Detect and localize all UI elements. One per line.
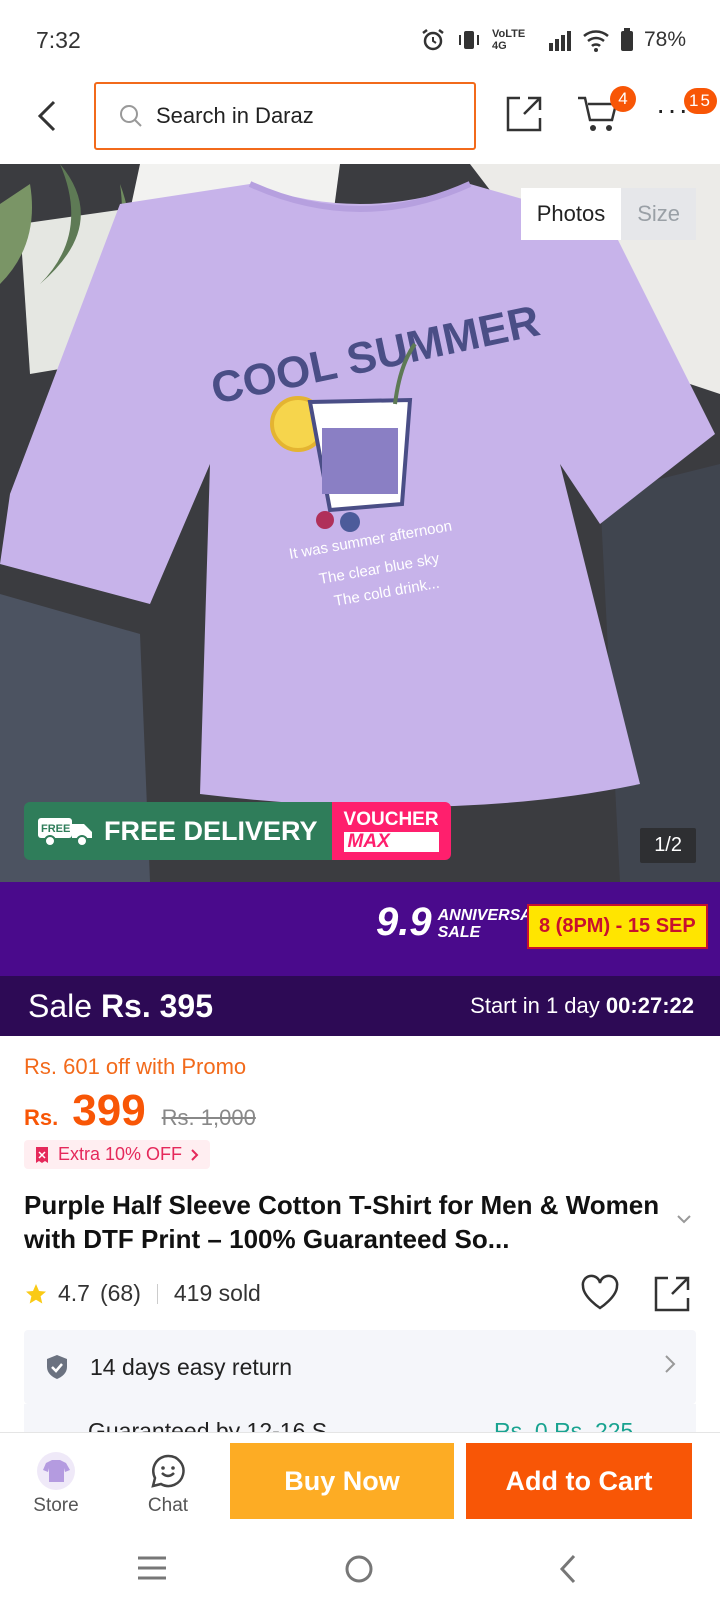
sale-price: Rs. 395 — [100, 987, 214, 1024]
price-block: Rs. 399 Rs. 1,000 — [24, 1086, 256, 1136]
sold-count: 419 sold — [173, 1280, 261, 1306]
chat-label: Chat — [147, 1495, 189, 1516]
max-text: MAX — [343, 832, 439, 852]
search-input[interactable]: Search in Daraz — [94, 82, 476, 150]
voucher-icon — [36, 1146, 48, 1163]
shield-check-icon — [47, 1355, 67, 1379]
image-counter: 1/2 — [640, 828, 696, 863]
home-circle-icon[interactable] — [344, 1554, 374, 1584]
add-to-cart-button[interactable]: Add to Cart — [466, 1443, 692, 1519]
chevron-down-icon[interactable] — [676, 1214, 692, 1224]
divider — [156, 1283, 158, 1304]
cart-button[interactable]: 4 — [576, 86, 636, 139]
free-delivery-banner: FREE FREE DELIVERY VOUCHER MAX — [24, 802, 451, 860]
start-label: Start in 1 day — [470, 993, 600, 1018]
easy-return-row[interactable]: 14 days easy return — [24, 1330, 696, 1404]
clock: 7:32 — [36, 26, 81, 53]
buy-now-button[interactable]: Buy Now — [230, 1443, 454, 1519]
share-product-icon[interactable] — [652, 1274, 692, 1314]
store-button[interactable]: Store — [16, 1451, 96, 1517]
voucher-max-badge: VOUCHER MAX — [331, 802, 451, 860]
more-button[interactable]: ··· 15 — [656, 88, 717, 126]
alarm-icon — [422, 29, 444, 51]
free-delivery-text: FREE DELIVERY — [104, 815, 318, 846]
campaign-dates: 8 (8PM) - 15 SEP — [527, 904, 708, 949]
cart-count-badge: 4 — [610, 86, 636, 112]
original-price: Rs. 1,000 — [161, 1105, 256, 1130]
recents-menu-icon[interactable] — [136, 1554, 168, 1582]
sale-price-block: Sale Rs. 395 — [28, 988, 213, 1025]
rating-value: 4.7 — [58, 1280, 90, 1306]
battery-icon — [620, 28, 633, 51]
current-price: 399 — [72, 1086, 146, 1135]
star-icon — [26, 1283, 46, 1303]
review-count: (68) — [99, 1280, 141, 1306]
status-bar: 7:32 VoLTE 4G 78% — [0, 0, 720, 80]
promo-text[interactable]: Rs. 601 off with Promo — [24, 1054, 246, 1080]
currency: Rs. — [24, 1105, 59, 1130]
status-icons: VoLTE 4G 78% — [420, 27, 686, 53]
rating-row[interactable]: 4.7 (68) 419 sold — [24, 1280, 261, 1307]
voucher-text: VOUCHER — [343, 809, 439, 830]
top-header: Search in Daraz 4 ··· 15 — [0, 80, 720, 164]
store-label: Store — [33, 1495, 79, 1516]
bottom-action-bar: Store Chat Buy Now Add to Cart — [0, 1432, 720, 1528]
extra-discount-text: Extra 10% OFF — [58, 1144, 183, 1164]
delivery-guarantee-row[interactable]: Guaranteed by 12-16 S Rs. 0 Rs. 225 — [24, 1404, 696, 1434]
share-icon[interactable] — [504, 94, 544, 134]
back-arrow-icon[interactable] — [28, 96, 68, 136]
countdown-block: Start in 1 day 00:27:22 — [470, 993, 694, 1019]
chevron-right-icon — [665, 1355, 676, 1373]
returns-text: 14 days easy return — [90, 1353, 293, 1380]
sale-label: Sale — [28, 987, 93, 1024]
product-photo: COOL SUMMER It was summer afternoon The … — [0, 164, 720, 882]
nav-back-icon[interactable] — [556, 1554, 580, 1584]
wishlist-heart-icon[interactable] — [580, 1274, 620, 1312]
extra-discount-tag[interactable]: Extra 10% OFF — [24, 1140, 211, 1169]
network-label: VoLTE 4G — [491, 28, 526, 52]
notification-badge: 15 — [684, 88, 717, 114]
chevron-right-icon — [191, 1148, 199, 1161]
free-delivery-badge: FREE FREE DELIVERY — [24, 802, 332, 860]
truck-icon: FREE — [38, 818, 92, 847]
product-title: Purple Half Sleeve Cotton T-Shirt for Me… — [24, 1190, 660, 1254]
search-icon — [120, 105, 142, 127]
tab-size[interactable]: Size — [621, 188, 696, 240]
chat-icon — [151, 1454, 185, 1488]
battery-level: 78% — [643, 28, 686, 51]
campaign-banner[interactable]: 9.9 ANNIVERSARY SALE 8 (8PM) - 15 SEP — [0, 882, 720, 976]
product-image-gallery[interactable]: COOL SUMMER It was summer afternoon The … — [0, 164, 720, 882]
logo-text-2: SALE — [437, 924, 481, 942]
vibrate-icon — [458, 31, 479, 49]
sale-countdown-bar: Sale Rs. 395 Start in 1 day 00:27:22 — [0, 976, 720, 1036]
logo-number: 9.9 — [376, 900, 432, 944]
tab-photos[interactable]: Photos — [520, 188, 622, 240]
signal-icon — [548, 31, 571, 51]
free-badge-text: FREE — [41, 823, 70, 835]
system-nav-bar — [0, 1528, 720, 1608]
chat-button[interactable]: Chat — [128, 1451, 208, 1517]
store-thumbnail-icon — [37, 1452, 75, 1490]
wifi-icon — [583, 30, 609, 52]
search-placeholder: Search in Daraz — [156, 103, 314, 128]
countdown-timer: 00:27:22 — [605, 993, 694, 1018]
gallery-tabs: Photos Size — [520, 188, 696, 240]
